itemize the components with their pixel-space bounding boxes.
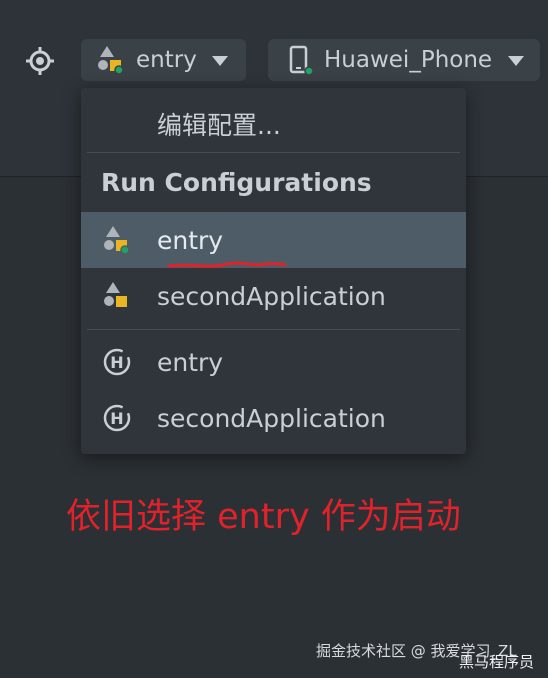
config-item-secondapplication[interactable]: secondApplication <box>81 268 466 324</box>
harmony-item-secondapplication[interactable]: H secondApplication <box>81 390 466 446</box>
annotation-text: 依旧选择 entry 作为启动 <box>66 497 461 537</box>
watermark-brand: 黑马程序员 <box>459 653 535 671</box>
module-icon <box>104 282 127 307</box>
config-item-label: entry <box>157 225 224 255</box>
svg-text:H: H <box>110 353 123 372</box>
red-underline-mark <box>167 261 287 268</box>
config-item-label: secondApplication <box>157 281 386 311</box>
device-select-value: Huawei_Phone <box>324 47 493 73</box>
module-icon <box>98 46 124 75</box>
config-item-label: secondApplication <box>157 403 386 433</box>
svg-text:H: H <box>110 409 123 428</box>
harmony-h-icon: H <box>103 404 131 432</box>
section-header: Run Configurations <box>101 168 372 197</box>
module-select[interactable]: entry <box>81 39 246 81</box>
edit-configurations-item[interactable]: 编辑配置... <box>157 106 281 142</box>
caret-down-icon <box>212 56 228 66</box>
device-select[interactable]: Huawei_Phone <box>268 39 540 81</box>
config-item-label: entry <box>157 347 224 377</box>
crosshair-icon[interactable] <box>24 45 56 77</box>
caret-down-icon <box>508 56 524 66</box>
divider <box>87 152 460 153</box>
module-run-icon <box>104 226 130 255</box>
divider <box>87 329 460 330</box>
harmony-item-entry[interactable]: H entry <box>81 334 466 390</box>
harmony-h-icon: H <box>103 348 131 376</box>
module-select-value: entry <box>136 47 197 73</box>
phone-icon <box>289 45 314 76</box>
